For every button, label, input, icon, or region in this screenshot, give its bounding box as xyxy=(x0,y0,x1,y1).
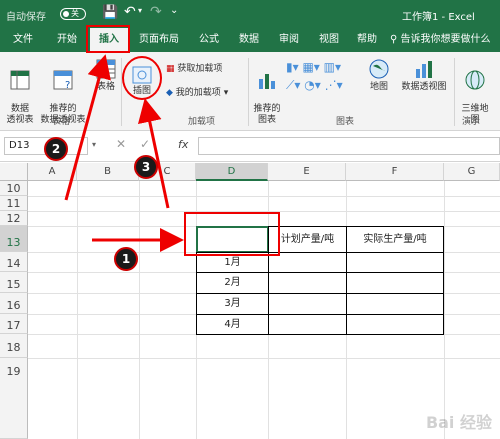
step-badge-2: 2 xyxy=(44,137,68,161)
step-badge-3: 3 xyxy=(134,155,158,179)
step-badge-1: 1 xyxy=(114,247,138,271)
watermark: Bai 经验 xyxy=(425,413,492,432)
arrow-to-insert-tab xyxy=(64,54,111,201)
annotation-arrows xyxy=(64,54,184,252)
